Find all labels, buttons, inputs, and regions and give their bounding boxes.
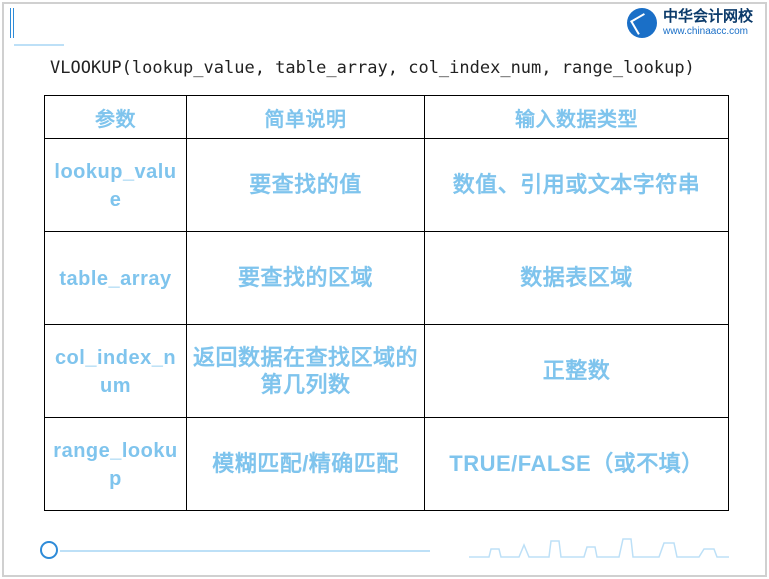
param-cell: table_array — [59, 268, 171, 290]
vlookup-syntax: VLOOKUP(lookup_value, table_array, col_i… — [50, 58, 729, 78]
header-desc: 简单说明 — [187, 96, 425, 139]
brand-name: 中华会计网校 — [663, 9, 753, 26]
table-row: table_array 要查找的区域 数据表区域 — [45, 232, 729, 325]
desc-cell: 要查找的区域 — [187, 232, 425, 325]
header-param: 参数 — [45, 96, 187, 139]
param-cell: col_index_num — [55, 347, 176, 397]
desc-cell: 返回数据在查找区域的第几列数 — [187, 325, 425, 418]
header-type: 输入数据类型 — [425, 96, 729, 139]
vlookup-params-table: 参数 简单说明 输入数据类型 lookup_value 要查找的值 数值、引用或… — [44, 95, 729, 511]
table-row: col_index_num 返回数据在查找区域的第几列数 正整数 — [45, 325, 729, 418]
brand-logo: 中华会计网校 www.chinaacc.com — [627, 8, 753, 38]
brand-url: www.chinaacc.com — [663, 26, 753, 37]
logo-mark-icon — [627, 8, 657, 38]
param-cell: range_lookup — [53, 440, 177, 490]
desc-cell: 要查找的值 — [187, 139, 425, 232]
param-cell: lookup_value — [54, 161, 176, 211]
type-cell: 数值、引用或文本字符串 — [425, 139, 729, 232]
type-cell: 正整数 — [425, 325, 729, 418]
table-row: range_lookup 模糊匹配/精确匹配 TRUE/FALSE（或不填） — [45, 418, 729, 511]
table-row: lookup_value 要查找的值 数值、引用或文本字符串 — [45, 139, 729, 232]
type-cell: TRUE/FALSE（或不填） — [425, 418, 729, 511]
type-cell: 数据表区域 — [425, 232, 729, 325]
desc-cell: 模糊匹配/精确匹配 — [187, 418, 425, 511]
table-header-row: 参数 简单说明 输入数据类型 — [45, 96, 729, 139]
